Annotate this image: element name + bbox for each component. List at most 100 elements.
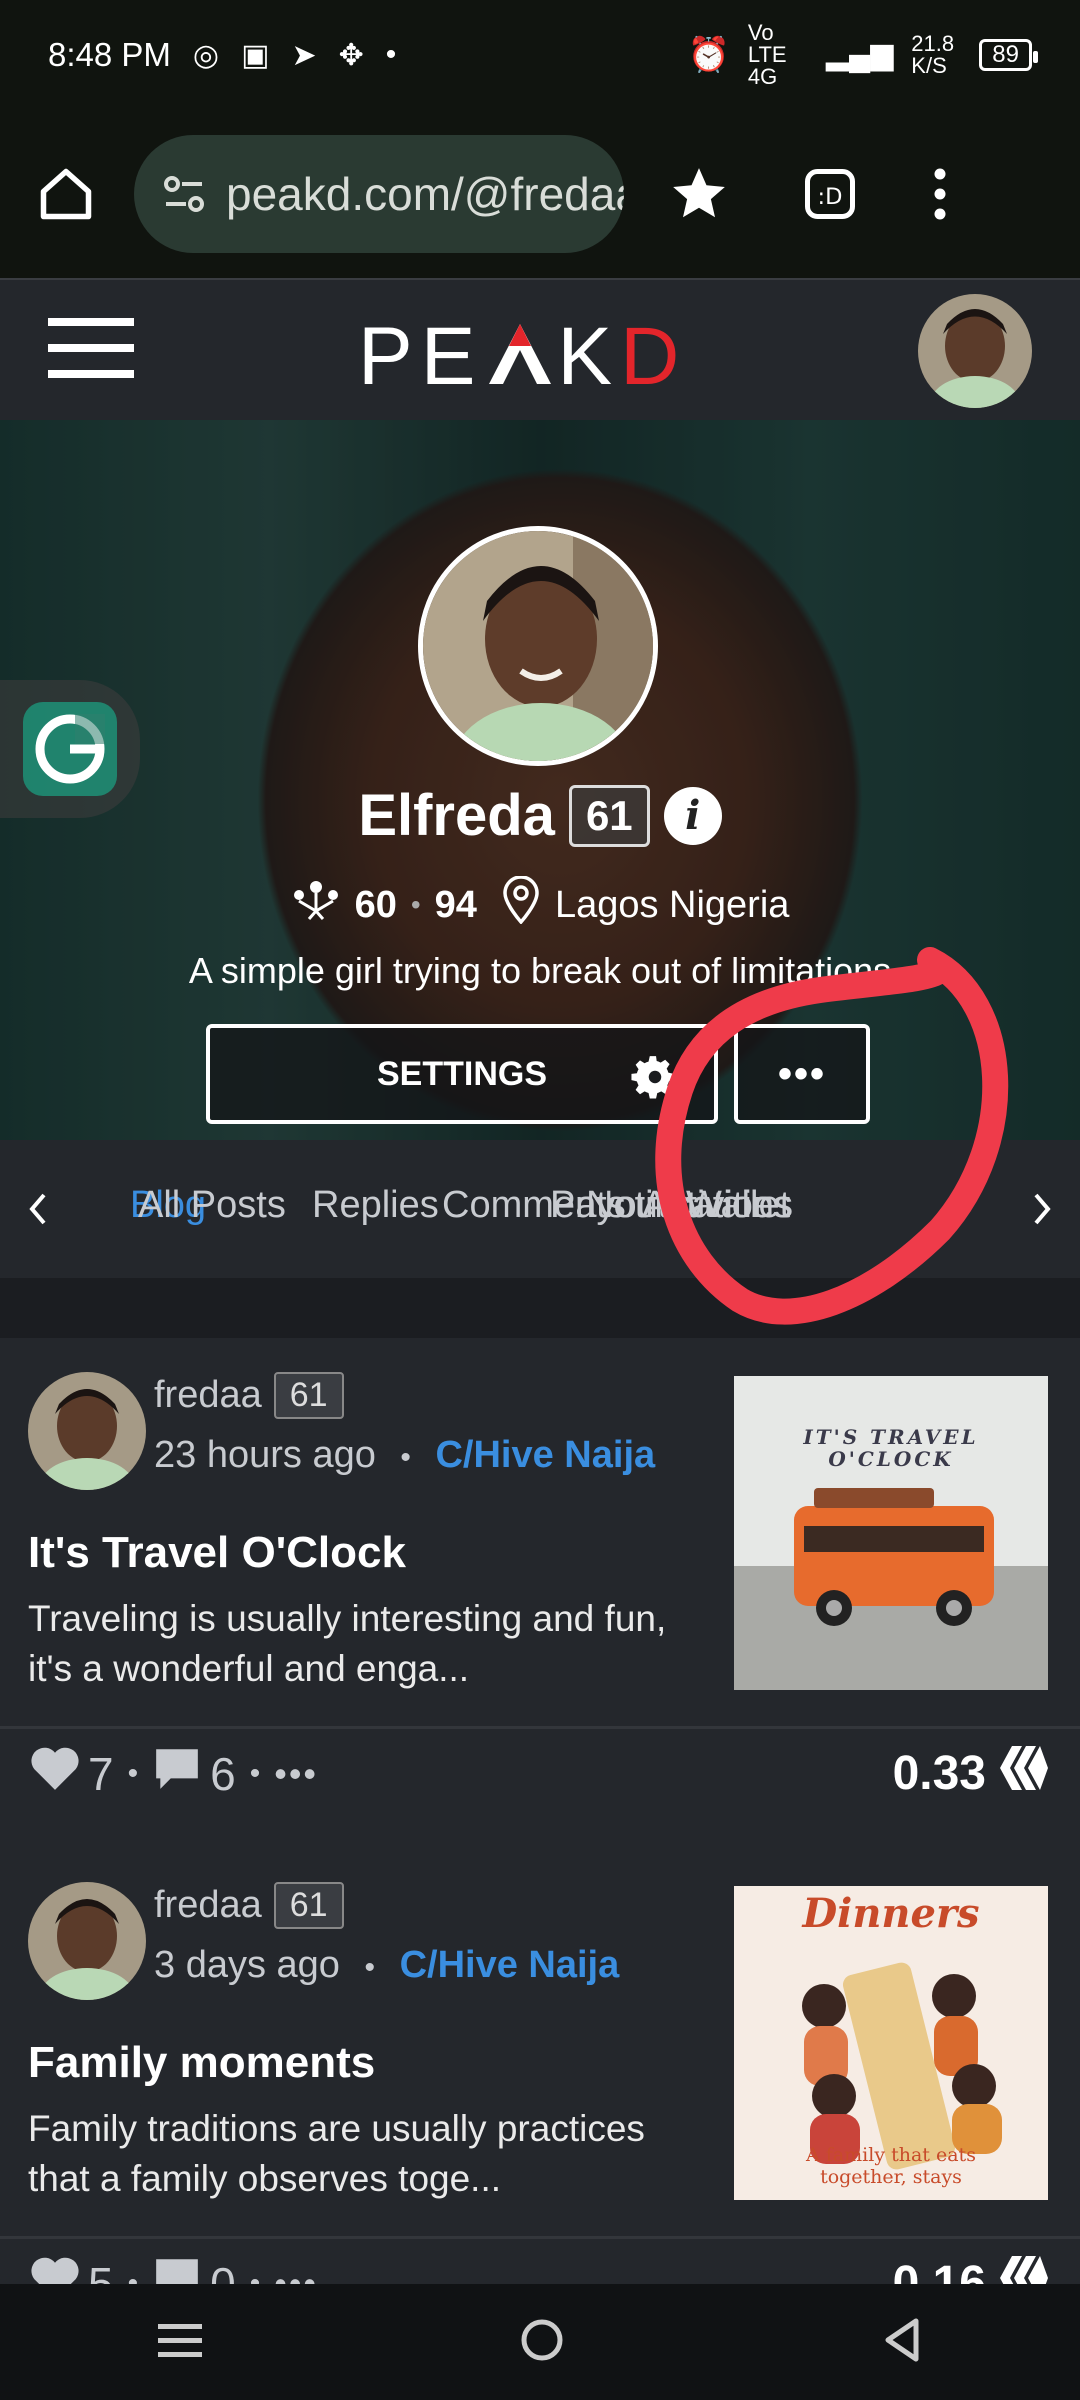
home-button-icon[interactable] [519,2317,565,2368]
like-count: 5 [88,2257,114,2285]
author-reputation: 61 [273,1882,344,1929]
post-time: 23 hours ago [154,1434,376,1476]
pinwheel-icon: ✥ [338,38,364,72]
tab-wallet[interactable]: Wallet [686,1184,790,1227]
signal-icon: ▂▄▆ [825,38,894,71]
profile-location: Lagos Nigeria [554,883,790,926]
bible-icon: ▣ [241,38,270,72]
telegram-icon: ➤ [291,38,317,72]
profile-avatar[interactable] [418,526,658,766]
post-excerpt[interactable]: Family traditions are usually practices … [28,2104,708,2204]
status-time: 8:48 PM [48,36,171,73]
site-settings-icon[interactable] [160,170,208,218]
bookmark-star-icon[interactable] [668,163,730,225]
post-footer: 7 • 6 • ••• 0.33 [0,1726,1080,1818]
post-title[interactable]: It's Travel O'Clock [28,1528,406,1578]
like-count: 7 [88,1747,114,1800]
recent-apps-icon[interactable] [158,2318,203,2367]
post-time: 3 days ago [154,1944,340,1986]
speed-label: 21.8 K/S [911,31,955,78]
post-meta: 23 hours ago • C/Hive Naija [154,1434,656,1476]
peakd-logo[interactable]: PE KD [358,310,687,404]
network-label: Vo LTE 4G [747,20,787,89]
author-reputation: 61 [273,1372,344,1419]
gear-icon [630,1052,680,1111]
payout-value: 0.33 [892,1747,986,1800]
tab-all-posts[interactable]: All Posts [138,1184,286,1227]
post-payout[interactable]: 0.33 [893,1744,1052,1804]
author-name[interactable]: fredaa [154,1884,262,1927]
notification-icons: ◎ ▣ ➤ ✥ • [193,38,396,73]
browser-menu-icon[interactable] [930,164,950,224]
post-author: fredaa 61 [154,1372,344,1419]
grammarly-widget[interactable] [0,680,140,818]
post-footer: 5 • 0 • ••• 0.16 [0,2236,1080,2284]
site-header: PE KD [0,278,1080,420]
profile-cover: Elfreda 61 i 60 • 94 Lagos Nigeria A sim… [0,420,1080,1140]
settings-button[interactable]: SETTINGS [206,1024,718,1124]
post-card[interactable]: fredaa 61 3 days ago • C/Hive Naija Fami… [0,1848,1080,2284]
post-author: fredaa 61 [154,1882,344,1929]
followers-count[interactable]: 94 [435,884,477,927]
section-divider [0,1278,1080,1338]
profile-name: Elfreda [358,783,555,848]
profile-name-row: Elfreda 61 i [0,782,1080,849]
reputation-badge: 61 [568,784,650,847]
post-title[interactable]: Family moments [28,2038,375,2088]
url-text: peakd.com/@fredaa [226,168,624,220]
profile-bio: A simple girl trying to break out of lim… [188,950,892,991]
heart-icon[interactable] [28,2254,82,2284]
battery-icon: 89 [979,39,1038,71]
followers-icon [291,879,341,931]
post-thumbnail[interactable]: IT'S TRAVEL O'CLOCK [734,1376,1048,1690]
system-icons: ⏰ Vo LTE 4G ▂▄▆ 21.8 K/S 89 [687,20,1038,89]
post-payout[interactable]: 0.16 [892,2254,1052,2284]
post-community[interactable]: C/Hive Naija [435,1434,655,1476]
thumb-title: Dinners [802,1890,980,1937]
home-icon[interactable] [36,164,96,224]
post-meta: 3 days ago • C/Hive Naija [154,1944,620,1986]
comment-count: 0 [210,2257,236,2285]
system-nav-bar [0,2284,1080,2400]
thumb-text: IT'S TRAVEL O'CLOCK [803,1425,979,1471]
hive-logo-icon [996,2254,1052,2284]
info-icon[interactable]: i [663,786,722,845]
profile-stats: 60 • 94 Lagos Nigeria [0,875,1080,934]
tabs-scroll-right-icon[interactable] [1004,1140,1080,1278]
dot-icon: • [385,38,397,71]
settings-label: SETTINGS [376,1054,548,1093]
browser-toolbar: peakd.com/@fredaa :D [0,110,1080,278]
post-card[interactable]: fredaa 61 23 hours ago • C/Hive Naija It… [0,1338,1080,1818]
more-options-button[interactable]: ••• [734,1024,870,1124]
comment-icon[interactable] [152,2255,202,2284]
tabs-scroll-left-icon[interactable] [0,1140,76,1278]
post-excerpt[interactable]: Traveling is usually interesting and fun… [28,1594,708,1694]
profile-tabs: Blog All Posts Replies Comments Payouts … [0,1140,1080,1278]
tabs-icon[interactable]: :D [800,164,860,224]
status-bar: 8:48 PM ◎ ▣ ➤ ✥ • ⏰ Vo LTE 4G ▂▄▆ 21.8 K… [0,0,1080,110]
heart-icon[interactable] [28,1744,82,1803]
location-pin-icon [501,875,541,934]
following-count[interactable]: 60 [355,884,397,927]
comment-count: 6 [210,1747,236,1800]
post-thumbnail[interactable]: Dinners A family that eats together, sta… [734,1886,1048,2200]
payout-value: 0.16 [892,2257,986,2284]
post-community[interactable]: C/Hive Naija [400,1944,620,1986]
whatsapp-icon: ◎ [192,38,220,72]
svg-text::D: :D [818,184,843,210]
hive-logo-icon [996,1744,1052,1804]
tab-list: Blog All Posts Replies Comments Payouts … [76,1140,1004,1278]
tab-replies[interactable]: Replies [312,1184,439,1227]
hamburger-menu-icon[interactable] [48,316,134,385]
alarm-icon: ⏰ [687,36,730,74]
comment-icon[interactable] [152,1745,202,1802]
address-bar[interactable]: peakd.com/@fredaa [134,135,624,253]
back-icon[interactable] [882,2317,922,2368]
post-more-icon[interactable]: ••• [274,1753,318,1795]
post-author-avatar[interactable] [28,1372,146,1490]
author-name[interactable]: fredaa [154,1374,262,1417]
post-author-avatar[interactable] [28,1882,146,2000]
post-more-icon[interactable]: ••• [274,2263,318,2285]
thumb-caption: A family that eats together, stays [806,2144,976,2188]
user-avatar[interactable] [918,294,1032,408]
